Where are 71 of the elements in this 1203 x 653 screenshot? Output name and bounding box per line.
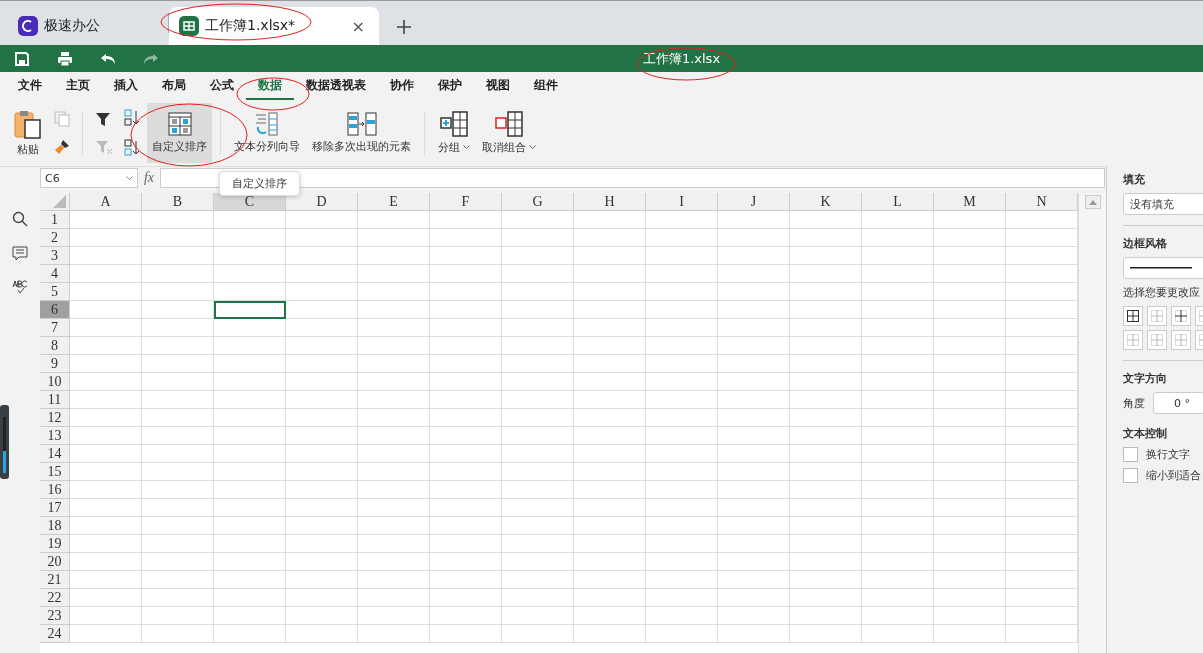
column-header[interactable]: D <box>286 193 358 211</box>
menu-tab[interactable]: 保护 <box>426 72 474 100</box>
menu-tab[interactable]: 插入 <box>102 72 150 100</box>
cell-reference: C6 <box>45 171 60 185</box>
menu-tab[interactable]: 数据 <box>246 72 294 100</box>
row-header[interactable]: 19 <box>40 535 70 553</box>
column-header[interactable]: J <box>718 193 790 211</box>
column-header[interactable]: A <box>70 193 142 211</box>
name-box[interactable]: C6 <box>40 168 138 188</box>
section-heading: 边框风格 <box>1123 236 1168 251</box>
menu-tab[interactable]: 协作 <box>378 72 426 100</box>
dedupe-button[interactable]: 移除多次出现的元素 <box>307 103 416 163</box>
row-header[interactable]: 22 <box>40 589 70 607</box>
row-header[interactable]: 6 <box>40 301 70 319</box>
column-header[interactable]: N <box>1006 193 1078 211</box>
menu-tab[interactable]: 视图 <box>474 72 522 100</box>
row-header[interactable]: 9 <box>40 355 70 373</box>
custom-sort-button[interactable]: 自定义排序 <box>147 103 212 163</box>
column-header[interactable]: F <box>430 193 502 211</box>
menu-tab[interactable]: 组件 <box>522 72 570 100</box>
function-label[interactable]: fx <box>138 170 160 186</box>
row-header[interactable]: 12 <box>40 409 70 427</box>
angle-input[interactable]: 0 ° <box>1153 392 1203 414</box>
row-header[interactable]: 5 <box>40 283 70 301</box>
column-header[interactable]: I <box>646 193 718 211</box>
row-header[interactable]: 10 <box>40 373 70 391</box>
column-header[interactable]: H <box>574 193 646 211</box>
menu-tab[interactable]: 文件 <box>6 72 54 100</box>
row-header[interactable]: 1 <box>40 211 70 229</box>
row-header[interactable]: 7 <box>40 319 70 337</box>
menu-tab[interactable]: 公式 <box>198 72 246 100</box>
column-header[interactable]: E <box>358 193 430 211</box>
menu-tab[interactable]: 布局 <box>150 72 198 100</box>
checkbox-label: 换行文字 <box>1146 447 1190 462</box>
border-hint-text: 选择您要更改应 <box>1123 285 1201 300</box>
row-header[interactable]: 14 <box>40 445 70 463</box>
row-header[interactable]: 16 <box>40 481 70 499</box>
group-button[interactable]: 分组 <box>433 103 475 163</box>
column-header[interactable]: G <box>502 193 574 211</box>
angle-label: 角度 <box>1123 395 1145 411</box>
checkbox-label: 缩小到适合 <box>1146 468 1201 483</box>
close-icon[interactable]: × <box>347 16 369 36</box>
row-header[interactable]: 17 <box>40 499 70 517</box>
row-header[interactable]: 18 <box>40 517 70 535</box>
column-header[interactable]: B <box>142 193 214 211</box>
section-heading: 文字方向 <box>1123 371 1168 386</box>
tooltip: 自定义排序 <box>219 171 300 196</box>
row-header[interactable]: 11 <box>40 391 70 409</box>
row-header[interactable]: 23 <box>40 607 70 625</box>
column-header[interactable]: K <box>790 193 862 211</box>
row-header[interactable]: 8 <box>40 337 70 355</box>
row-header[interactable]: 13 <box>40 427 70 445</box>
menu-tab[interactable]: 主页 <box>54 72 102 100</box>
column-header[interactable]: M <box>934 193 1006 211</box>
section-heading: 填充 <box>1123 172 1146 187</box>
row-header[interactable]: 21 <box>40 571 70 589</box>
document-tab[interactable]: 极速办公 <box>8 7 168 45</box>
row-header[interactable]: 3 <box>40 247 70 265</box>
document-tab[interactable]: 工作簿1.xlsx* × <box>169 7 379 45</box>
row-header[interactable]: 15 <box>40 463 70 481</box>
row-header[interactable]: 4 <box>40 265 70 283</box>
ungroup-button[interactable]: 取消组合 <box>477 103 541 163</box>
row-header[interactable]: 2 <box>40 229 70 247</box>
menu-tab[interactable]: 数据透视表 <box>294 72 378 100</box>
column-header[interactable]: L <box>862 193 934 211</box>
fill-dropdown[interactable]: 没有填充 <box>1123 193 1203 215</box>
row-header[interactable]: 20 <box>40 553 70 571</box>
paste-button[interactable]: 粘贴 <box>8 103 48 163</box>
section-heading: 文本控制 <box>1123 426 1168 441</box>
window-title: 工作簿1.xlsx <box>641 50 721 66</box>
row-header[interactable]: 24 <box>40 625 70 643</box>
